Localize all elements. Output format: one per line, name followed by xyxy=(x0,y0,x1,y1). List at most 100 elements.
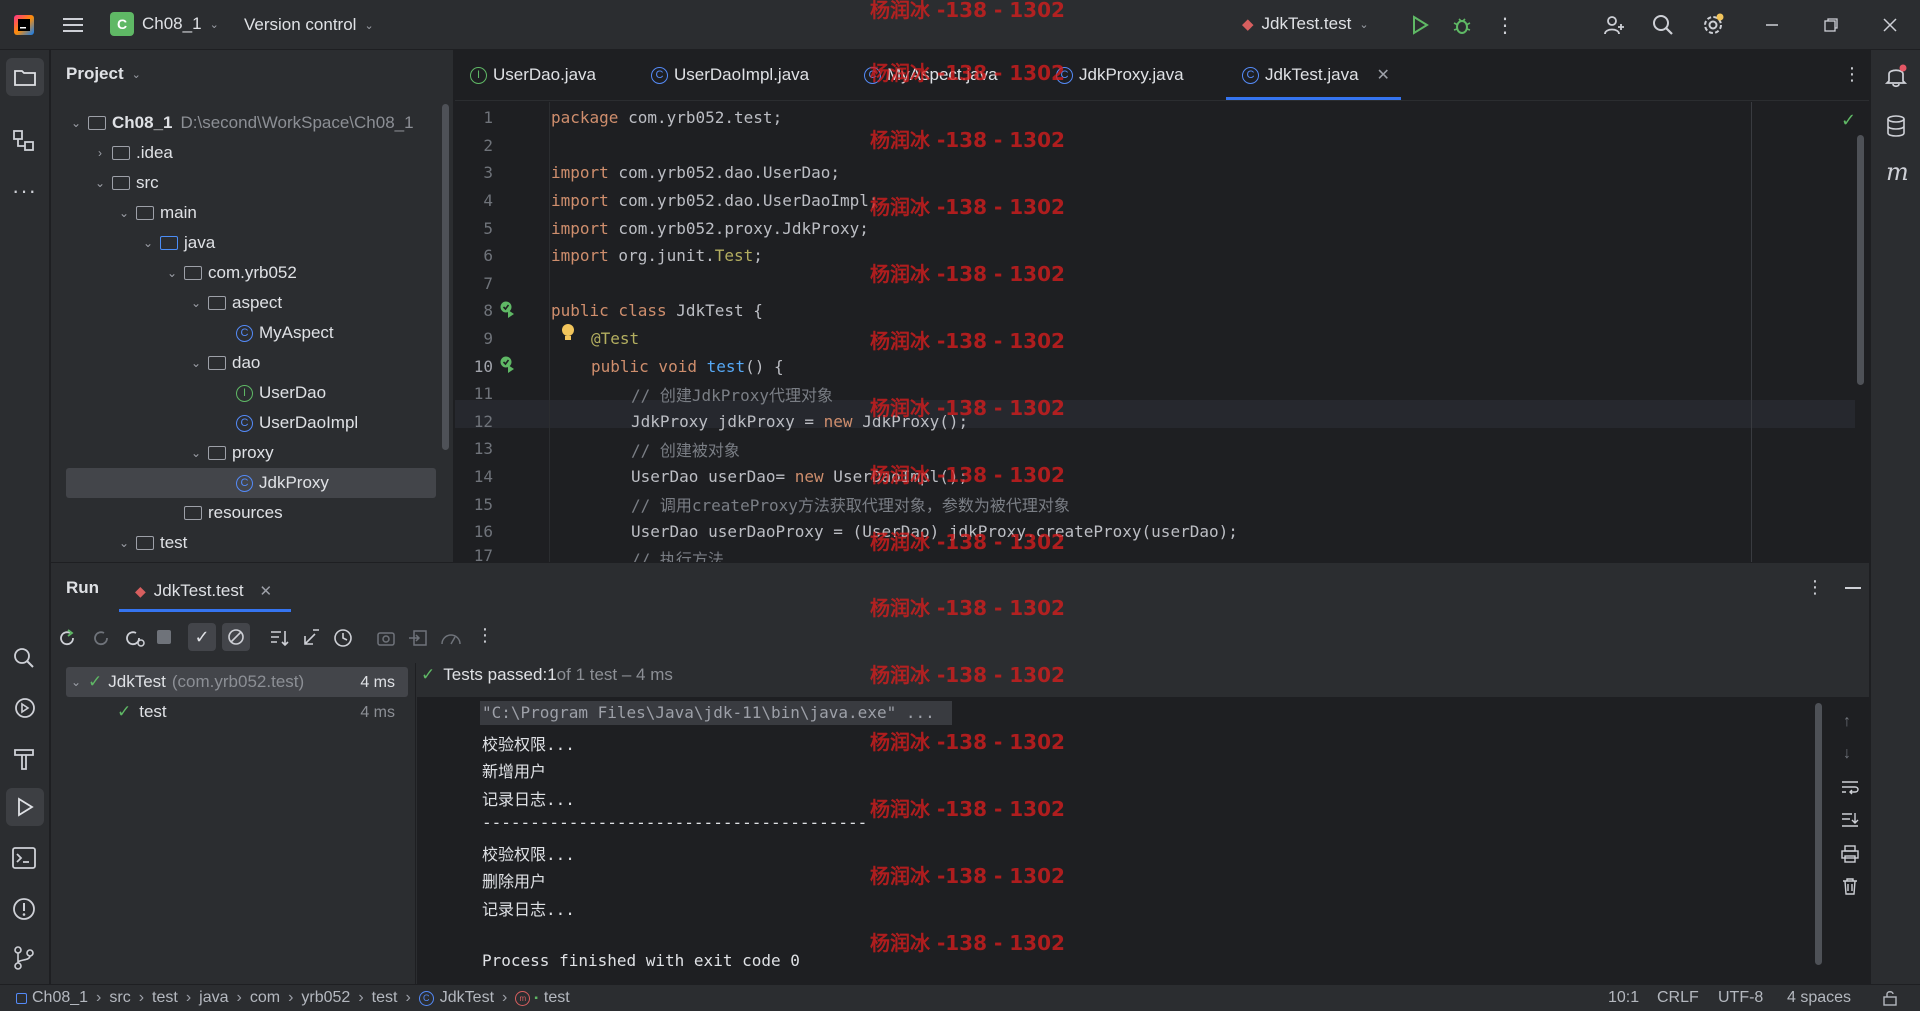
line-separator[interactable]: CRLF xyxy=(1657,989,1699,1007)
tab-myaspect[interactable]: C MyAspect.java xyxy=(864,50,998,100)
project-selector[interactable]: C Ch08_1 ⌄ xyxy=(110,12,219,36)
breadcrumb-item[interactable]: java xyxy=(199,989,228,1007)
screenshot-icon[interactable] xyxy=(376,628,396,653)
breadcrumb-item[interactable]: test xyxy=(544,989,570,1007)
soft-wrap-icon[interactable] xyxy=(1841,779,1859,800)
lightbulb-intention-icon[interactable] xyxy=(561,323,575,348)
collapse-icon[interactable] xyxy=(301,628,321,653)
chevron-right-icon[interactable]: › xyxy=(92,146,108,160)
chevron-down-icon[interactable]: ⌄ xyxy=(68,675,84,689)
test-suite-row[interactable]: ⌄ ✓ JdkTest (com.yrb052.test) xyxy=(68,667,304,697)
run-more-icon[interactable]: ⋮ xyxy=(1806,577,1824,598)
chevron-down-icon[interactable]: ⌄ xyxy=(68,116,84,130)
chevron-down-icon[interactable]: ⌄ xyxy=(116,206,132,220)
breadcrumb-item[interactable]: yrb052 xyxy=(301,989,350,1007)
build-hammer-icon[interactable] xyxy=(13,747,35,776)
tree-item-jdkproxy[interactable]: C JdkProxy xyxy=(236,468,329,498)
add-user-icon[interactable] xyxy=(1596,7,1632,43)
rerun-icon[interactable] xyxy=(57,628,77,653)
chevron-down-icon[interactable]: ⌄ xyxy=(188,446,204,460)
scroll-up-icon[interactable]: ↑ xyxy=(1843,713,1851,731)
more-actions-icon[interactable]: ⋮ xyxy=(1487,7,1523,43)
stop-icon[interactable] xyxy=(157,630,171,644)
search-everywhere-icon[interactable] xyxy=(13,647,35,674)
main-menu-icon[interactable] xyxy=(55,7,91,43)
run-tab-jdktest[interactable]: ◆ JdkTest.test ✕ xyxy=(135,573,272,609)
coverage-icon[interactable] xyxy=(440,628,462,653)
toggle-auto-test-icon[interactable] xyxy=(123,628,145,653)
file-encoding[interactable]: UTF-8 xyxy=(1718,989,1763,1007)
tree-item-src[interactable]: ⌄ src xyxy=(92,168,159,198)
breadcrumb-item[interactable]: test xyxy=(152,989,178,1007)
project-panel-header[interactable]: Project ⌄ xyxy=(66,64,141,84)
problems-icon[interactable] xyxy=(12,897,36,926)
tree-item-userdaoimpl[interactable]: C UserDaoImpl xyxy=(236,408,358,438)
structure-tool-icon[interactable] xyxy=(12,129,36,158)
scroll-down-icon[interactable]: ↓ xyxy=(1843,745,1851,763)
chevron-down-icon[interactable]: ⌄ xyxy=(140,236,156,250)
run-gutter-icon[interactable] xyxy=(499,300,515,323)
tree-item-java[interactable]: ⌄ java xyxy=(140,228,215,258)
tree-item-userdao[interactable]: I UserDao xyxy=(236,378,326,408)
tab-jdkproxy[interactable]: C JdkProxy.java xyxy=(1056,50,1184,100)
chevron-down-icon[interactable]: ⌄ xyxy=(164,266,180,280)
services-icon[interactable] xyxy=(13,697,37,724)
test-case-row[interactable]: ✓ test xyxy=(117,697,167,727)
run-tool-icon[interactable] xyxy=(6,788,44,826)
hide-panel-icon[interactable] xyxy=(1845,587,1861,589)
chevron-down-icon[interactable]: ⌄ xyxy=(188,356,204,370)
tab-userdao[interactable]: I UserDao.java xyxy=(470,50,596,100)
project-scrollbar[interactable] xyxy=(442,104,449,450)
show-passed-toggle[interactable]: ✓ xyxy=(188,623,216,651)
print-icon[interactable] xyxy=(1841,845,1859,868)
scroll-to-end-icon[interactable] xyxy=(1841,811,1859,834)
readonly-lock-icon[interactable] xyxy=(1882,990,1898,1011)
breadcrumb-item[interactable]: test xyxy=(372,989,398,1007)
restore-icon[interactable] xyxy=(1813,7,1849,43)
version-control-menu[interactable]: Version control ⌄ xyxy=(244,15,374,35)
tree-item-project-root[interactable]: ⌄ Ch08_1 D:\second\WorkSpace\Ch08_1 xyxy=(68,108,414,138)
close-window-icon[interactable] xyxy=(1872,7,1908,43)
settings-gear-icon[interactable] xyxy=(1695,7,1731,43)
search-icon[interactable] xyxy=(1645,7,1681,43)
chevron-down-icon[interactable]: ⌄ xyxy=(188,296,204,310)
close-tab-icon[interactable]: ✕ xyxy=(1377,65,1390,85)
breadcrumb-item[interactable]: Ch08_1 xyxy=(32,989,88,1007)
tree-item-myaspect[interactable]: C MyAspect xyxy=(236,318,334,348)
tree-item-test[interactable]: ⌄ test xyxy=(116,528,187,558)
tree-item-idea[interactable]: › .idea xyxy=(92,138,173,168)
editor-more-icon[interactable]: ⋮ xyxy=(1843,64,1861,85)
tree-item-aspect[interactable]: ⌄ aspect xyxy=(188,288,282,318)
maven-icon[interactable]: m xyxy=(1886,158,1909,186)
tab-userdaoimpl[interactable]: C UserDaoImpl.java xyxy=(651,50,809,100)
breadcrumb-item[interactable]: com xyxy=(250,989,280,1007)
console-scrollbar[interactable] xyxy=(1815,703,1822,965)
debug-icon[interactable] xyxy=(1444,7,1480,43)
run-config-selector[interactable]: ◆ JdkTest.test ⌄ xyxy=(1242,14,1369,34)
indent-setting[interactable]: 4 spaces xyxy=(1787,989,1851,1007)
clear-trash-icon[interactable] xyxy=(1842,877,1858,900)
rerun-failed-icon[interactable] xyxy=(91,628,111,653)
breadcrumb-item[interactable]: JdkTest xyxy=(440,989,494,1007)
tab-jdktest-active[interactable]: C JdkTest.java ✕ xyxy=(1242,50,1390,100)
chevron-down-icon[interactable]: ⌄ xyxy=(116,536,132,550)
run-toolbar-more-icon[interactable]: ⋮ xyxy=(476,625,494,646)
git-branch-icon[interactable] xyxy=(13,946,35,975)
run-icon[interactable] xyxy=(1402,7,1438,43)
caret-position[interactable]: 10:1 xyxy=(1608,989,1639,1007)
run-gutter-icon[interactable] xyxy=(499,355,515,378)
close-tab-icon[interactable]: ✕ xyxy=(260,582,273,600)
import-tests-icon[interactable] xyxy=(408,628,428,653)
minimize-icon[interactable] xyxy=(1754,7,1790,43)
terminal-icon[interactable] xyxy=(12,847,36,874)
breadcrumb-item[interactable]: src xyxy=(109,989,130,1007)
notifications-bell-icon[interactable] xyxy=(1884,64,1908,93)
database-icon[interactable] xyxy=(1885,114,1907,143)
tree-item-proxy[interactable]: ⌄ proxy xyxy=(188,438,274,468)
tree-item-package-root[interactable]: ⌄ com.yrb052 xyxy=(164,258,297,288)
tree-item-main[interactable]: ⌄ main xyxy=(116,198,197,228)
editor-scrollbar[interactable] xyxy=(1857,135,1864,385)
test-history-icon[interactable] xyxy=(333,628,353,653)
sort-icon[interactable] xyxy=(269,628,289,653)
chevron-down-icon[interactable]: ⌄ xyxy=(92,176,108,190)
